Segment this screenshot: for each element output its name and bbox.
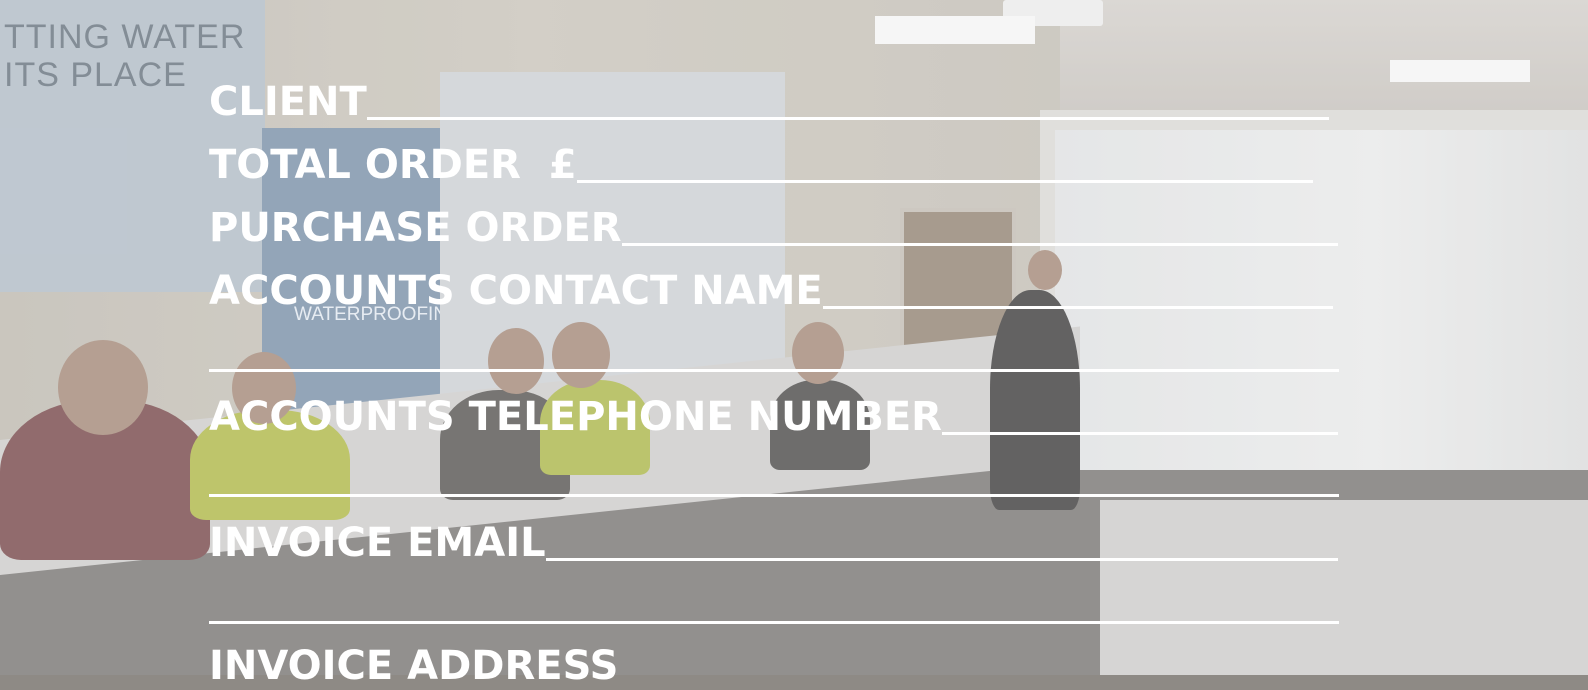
client-field[interactable]: [366, 117, 1329, 120]
accounts-contact-name-field-line-2[interactable]: [209, 369, 1339, 372]
accounts-contact-name-row: ACCOUNTS CONTACT NAME: [209, 259, 1333, 315]
total-order-label: TOTAL ORDER £: [209, 142, 577, 188]
accounts-contact-name-field[interactable]: [822, 306, 1333, 309]
invoice-email-field-line-2[interactable]: [209, 621, 1339, 624]
client-label: CLIENT: [209, 79, 367, 125]
invoice-email-label: INVOICE EMAIL: [209, 520, 546, 566]
total-order-row: TOTAL ORDER £: [209, 133, 1313, 189]
invoice-address-row: INVOICE ADDRESS: [209, 634, 618, 690]
accounts-telephone-number-field[interactable]: [941, 432, 1338, 435]
accounts-telephone-number-label: ACCOUNTS TELEPHONE NUMBER: [209, 394, 942, 440]
purchase-order-row: PURCHASE ORDER: [209, 196, 1338, 252]
total-order-field[interactable]: [576, 180, 1313, 183]
invoice-email-row: INVOICE EMAIL: [209, 511, 1338, 567]
purchase-order-label: PURCHASE ORDER: [209, 205, 622, 251]
accounts-contact-name-label: ACCOUNTS CONTACT NAME: [209, 268, 823, 314]
order-form: CLIENT TOTAL ORDER £ PURCHASE ORDER ACCO…: [0, 0, 1588, 689]
purchase-order-field[interactable]: [621, 243, 1338, 246]
accounts-telephone-number-field-line-2[interactable]: [209, 494, 1339, 497]
invoice-address-label: INVOICE ADDRESS: [209, 643, 619, 689]
client-row: CLIENT: [209, 70, 1329, 126]
accounts-telephone-number-row: ACCOUNTS TELEPHONE NUMBER: [209, 385, 1338, 441]
invoice-email-field[interactable]: [545, 558, 1338, 561]
